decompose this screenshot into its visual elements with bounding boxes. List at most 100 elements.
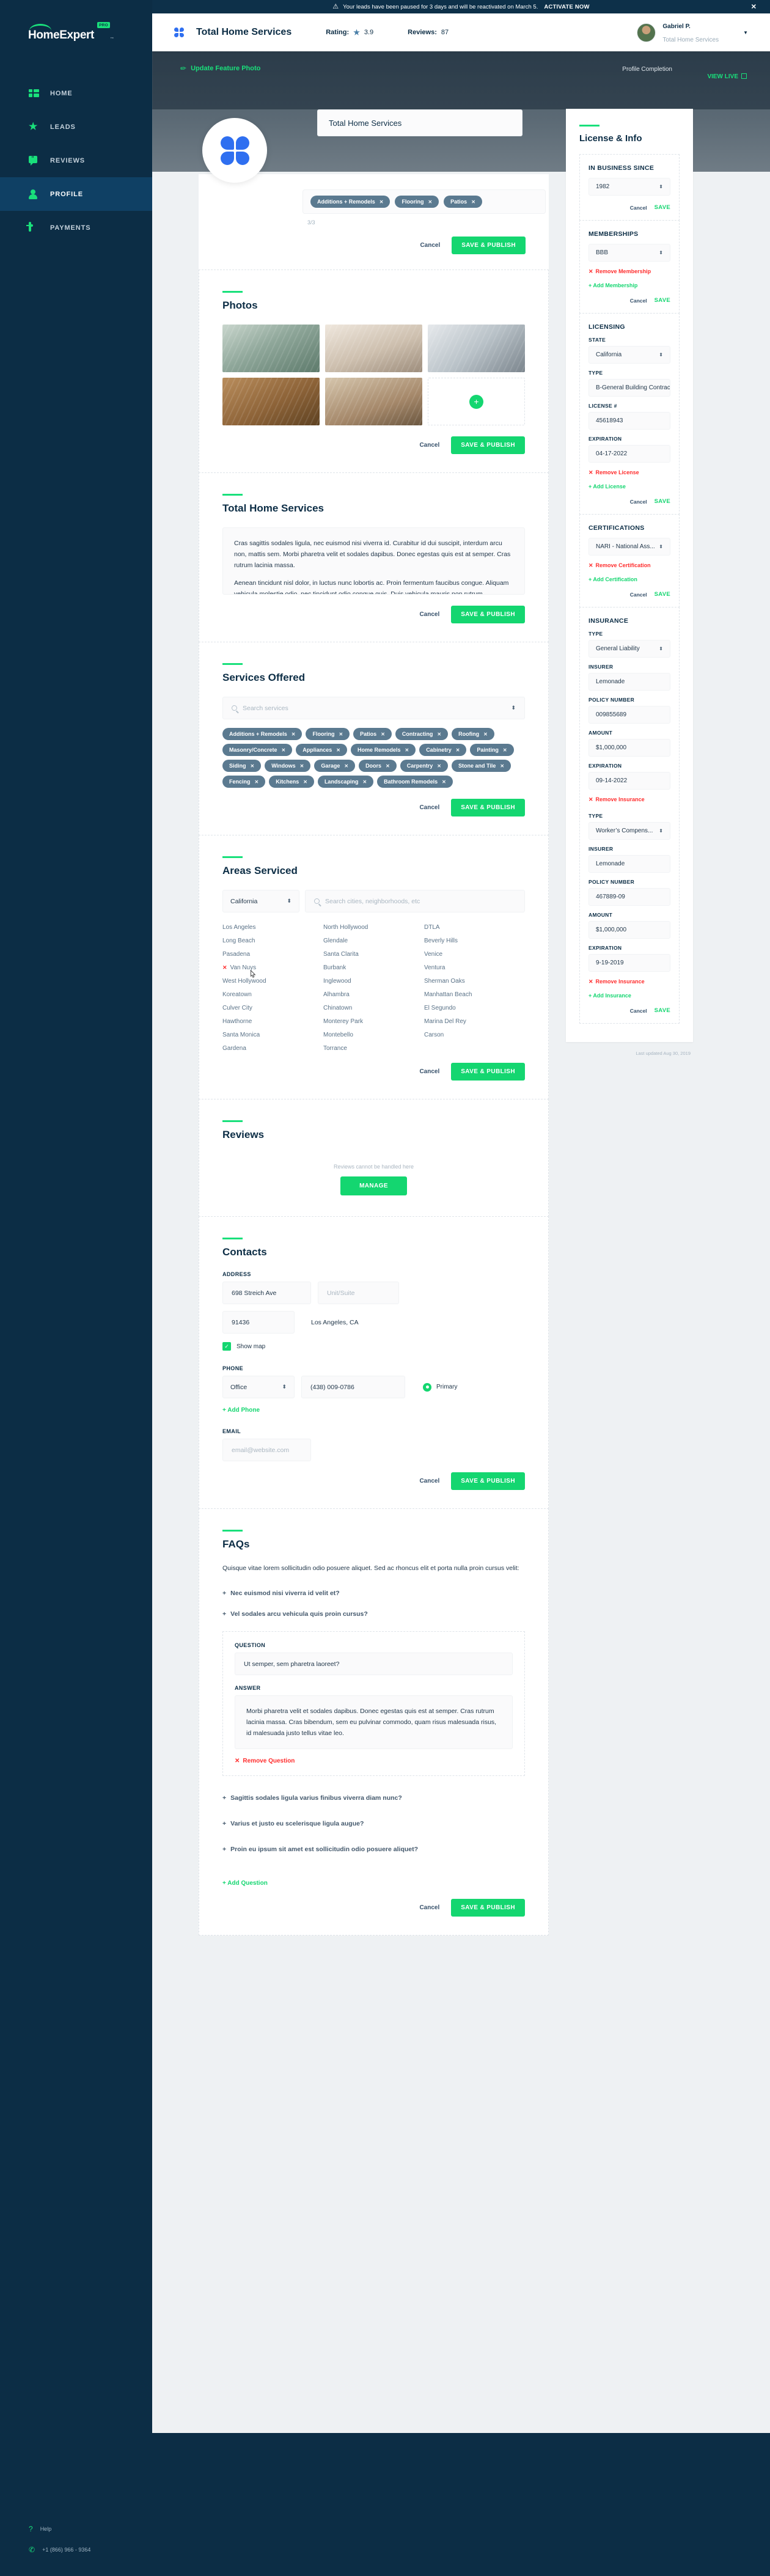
service-tag[interactable]: Masonry/Concrete ✕ bbox=[222, 744, 293, 756]
save-publish-button[interactable]: SAVE & PUBLISH bbox=[451, 1899, 525, 1917]
city-item[interactable]: Long Beach bbox=[222, 938, 323, 944]
services-search-input[interactable]: Search services ⬍ bbox=[222, 697, 525, 719]
remove-license-button[interactable]: ✕ Remove License bbox=[588, 469, 670, 476]
service-tag[interactable]: Windows ✕ bbox=[265, 760, 311, 772]
checkbox-icon[interactable]: ✓ bbox=[222, 1342, 231, 1351]
cancel-button[interactable]: Cancel bbox=[419, 611, 439, 618]
certification-select[interactable]: NARI - National Ass... ⬍ bbox=[588, 538, 670, 556]
add-insurance-button[interactable]: + Add Insurance bbox=[588, 993, 670, 999]
close-icon[interactable]: ✕ bbox=[344, 763, 348, 769]
license-number-input[interactable]: 45618943 bbox=[588, 412, 670, 430]
remove-insurance-button[interactable]: ✕ Remove Insurance bbox=[588, 796, 670, 803]
city-item[interactable]: Culver City bbox=[222, 1005, 323, 1011]
category-tag[interactable]: Flooring ✕ bbox=[395, 196, 439, 208]
service-tag[interactable]: Landscaping ✕ bbox=[317, 776, 374, 788]
city-item[interactable]: Santa Clarita bbox=[323, 951, 424, 958]
service-tag[interactable]: Garage ✕ bbox=[314, 760, 356, 772]
service-tag[interactable]: Roofing ✕ bbox=[452, 728, 494, 740]
close-icon[interactable]: ✕ bbox=[471, 199, 475, 205]
city-item[interactable]: Glendale bbox=[323, 938, 424, 944]
chevron-updown-icon[interactable]: ⬍ bbox=[659, 828, 663, 833]
insurer-input[interactable]: Lemonade bbox=[588, 855, 670, 873]
chevron-down-icon[interactable]: ▼ bbox=[743, 30, 748, 35]
sidebar-item-home[interactable]: HOME bbox=[0, 76, 152, 110]
city-item[interactable]: North Hollywood bbox=[323, 924, 424, 931]
city-item[interactable]: Chinatown bbox=[323, 1005, 424, 1011]
service-tag[interactable]: Contracting ✕ bbox=[395, 728, 449, 740]
remove-membership-button[interactable]: ✕ Remove Membership bbox=[588, 268, 670, 275]
close-icon[interactable]: ✕ bbox=[405, 747, 409, 753]
save-button[interactable]: SAVE bbox=[654, 498, 670, 505]
close-icon[interactable]: ✕ bbox=[339, 732, 343, 737]
chevron-updown-icon[interactable]: ⬍ bbox=[287, 898, 292, 904]
service-tag[interactable]: Cabinetry ✕ bbox=[419, 744, 467, 756]
support-phone[interactable]: ✆ +1 (866) 966 - 9364 bbox=[0, 2539, 152, 2560]
add-photo-button[interactable]: + bbox=[428, 378, 525, 425]
insurance-expiration-input[interactable]: 09-14-2022 bbox=[588, 772, 670, 790]
cancel-button[interactable]: Cancel bbox=[420, 242, 440, 249]
save-button[interactable]: SAVE bbox=[654, 1007, 670, 1014]
faq-question-input[interactable]: Ut semper, sem pharetra laoreet? bbox=[235, 1653, 513, 1676]
photo-thumbnail[interactable] bbox=[428, 325, 525, 372]
close-icon[interactable]: ✕ bbox=[751, 3, 757, 11]
show-map-row[interactable]: ✓ Show map bbox=[222, 1342, 525, 1351]
cancel-button[interactable]: Cancel bbox=[419, 442, 439, 449]
primary-phone-radio[interactable]: Primary bbox=[423, 1382, 457, 1392]
address-input[interactable]: 698 Streich Ave bbox=[222, 1282, 311, 1304]
close-icon[interactable]: ✕ bbox=[362, 779, 367, 785]
city-item[interactable]: Sherman Oaks bbox=[424, 978, 525, 985]
sidebar-item-reviews[interactable]: ” REVIEWS bbox=[0, 144, 152, 177]
save-button[interactable]: SAVE bbox=[654, 204, 670, 211]
unit-suite-input[interactable]: Unit/Suite bbox=[318, 1282, 399, 1304]
city-item[interactable]: Gardena bbox=[222, 1045, 323, 1052]
faq-collapsed-item[interactable]: + Vel sodales arcu vehicula quis proin cu… bbox=[222, 1610, 525, 1618]
sidebar-item-profile[interactable]: PROFILE bbox=[0, 177, 152, 211]
license-state-select[interactable]: California ⬍ bbox=[588, 346, 670, 364]
photo-thumbnail[interactable] bbox=[222, 325, 320, 372]
save-publish-button[interactable]: SAVE & PUBLISH bbox=[451, 606, 525, 623]
close-icon[interactable]: ✕ bbox=[428, 199, 432, 205]
state-select[interactable]: California ⬍ bbox=[222, 890, 299, 912]
sidebar-item-payments[interactable]: PAYMENTS bbox=[0, 211, 152, 244]
cancel-button[interactable]: Cancel bbox=[630, 499, 647, 505]
remove-certification-button[interactable]: ✕ Remove Certification bbox=[588, 562, 670, 569]
city-item[interactable]: Carson bbox=[424, 1032, 525, 1038]
city-item[interactable]: Los Angeles bbox=[222, 924, 323, 931]
city-item[interactable]: West Hollywood bbox=[222, 978, 323, 985]
city-item[interactable]: Ventura bbox=[424, 964, 525, 971]
chevron-updown-icon[interactable]: ⬍ bbox=[659, 544, 663, 549]
service-tag[interactable]: Siding ✕ bbox=[222, 760, 262, 772]
app-logo[interactable]: HomeExpert PRO ™ bbox=[28, 22, 114, 42]
close-icon[interactable]: ✕ bbox=[503, 747, 507, 753]
phone-type-select[interactable]: Office ⬍ bbox=[222, 1376, 295, 1398]
service-tag[interactable]: Stone and Tile ✕ bbox=[452, 760, 512, 772]
city-item[interactable]: Hawthorne bbox=[222, 1018, 323, 1025]
add-certification-button[interactable]: + Add Certification bbox=[588, 576, 670, 582]
add-membership-button[interactable]: + Add Membership bbox=[588, 282, 670, 288]
service-tag[interactable]: Fencing ✕ bbox=[222, 776, 266, 788]
business-categories-input[interactable]: Additions + Remodels ✕ Flooring ✕ Patios ✕ bbox=[302, 189, 546, 214]
close-icon[interactable]: ✕ bbox=[336, 747, 340, 753]
city-item[interactable]: El Segundo bbox=[424, 1005, 525, 1011]
close-icon[interactable]: ✕ bbox=[437, 732, 441, 737]
city-item[interactable]: Santa Monica bbox=[222, 1032, 323, 1038]
business-logo-badge[interactable] bbox=[202, 118, 267, 183]
remove-icon[interactable]: ✕ bbox=[222, 964, 227, 971]
in-business-since-select[interactable]: 1982 ⬍ bbox=[588, 178, 670, 196]
save-publish-button[interactable]: SAVE & PUBLISH bbox=[451, 1472, 525, 1490]
save-publish-button[interactable]: SAVE & PUBLISH bbox=[451, 436, 525, 454]
add-license-button[interactable]: + Add License bbox=[588, 483, 670, 490]
cancel-button[interactable]: Cancel bbox=[419, 1904, 439, 1911]
close-icon[interactable]: ✕ bbox=[483, 732, 488, 737]
faq-answer-textarea[interactable]: Morbi pharetra velit et sodales dapibus.… bbox=[235, 1695, 513, 1750]
close-icon[interactable]: ✕ bbox=[437, 763, 441, 769]
activate-now-link[interactable]: ACTIVATE NOW bbox=[544, 4, 589, 10]
close-icon[interactable]: ✕ bbox=[500, 763, 504, 769]
city-item[interactable]: Pasadena bbox=[222, 951, 323, 958]
photo-thumbnail[interactable] bbox=[325, 378, 422, 425]
service-tag[interactable]: Appliances ✕ bbox=[296, 744, 347, 756]
view-live-button[interactable]: VIEW LIVE bbox=[707, 73, 747, 80]
policy-number-input[interactable]: 467889-09 bbox=[588, 888, 670, 906]
license-type-input[interactable]: B-General Building Contract bbox=[588, 379, 670, 397]
city-item-removing[interactable]: ✕ Van Nuys bbox=[222, 964, 323, 978]
